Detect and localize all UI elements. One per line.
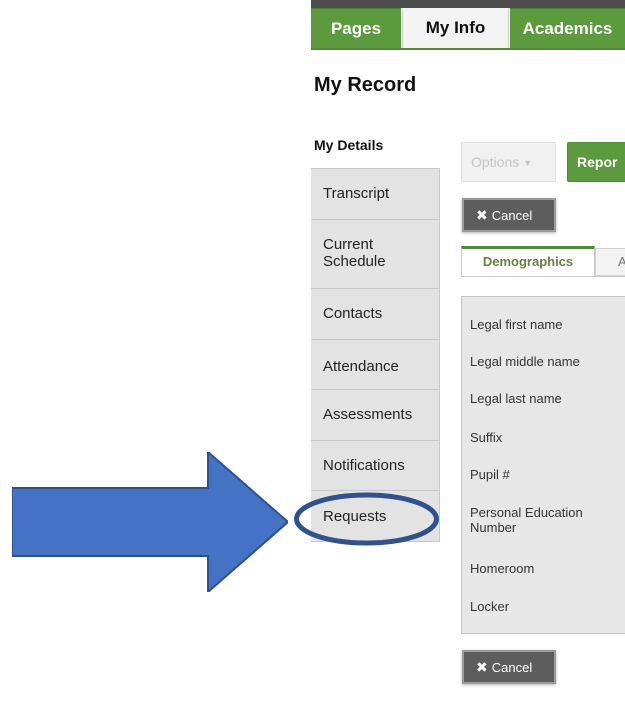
sidebar-item-current-schedule[interactable]: Current Schedule: [311, 219, 440, 288]
sidebar-item-notifications[interactable]: Notifications: [311, 440, 440, 490]
sidebar-item-assessments[interactable]: Assessments: [311, 389, 440, 440]
options-label: Options: [471, 154, 520, 170]
tab-pages[interactable]: Pages: [311, 8, 401, 49]
options-button[interactable]: Options ▼: [461, 142, 556, 182]
sidebar-item-label: Attendance: [323, 358, 399, 375]
cancel-button[interactable]: ✖ Cancel: [462, 198, 556, 232]
sidebar-item-label: Assessments: [323, 406, 413, 423]
app-window: Pages My Info Academics My Record My Det…: [311, 0, 625, 702]
detail-tabs: Demographics A: [461, 246, 625, 276]
arrow-annotation: [12, 452, 288, 592]
field-label: Suffix: [470, 430, 503, 445]
sidebar-item-contacts[interactable]: Contacts: [311, 288, 440, 339]
sidebar-item-attendance[interactable]: Attendance: [311, 339, 440, 389]
tab-demographics[interactable]: Demographics: [461, 246, 595, 276]
reports-button[interactable]: Repor: [567, 142, 625, 182]
close-icon: ✖: [476, 207, 488, 223]
demographics-panel: Legal first name Legal middle name Legal…: [461, 296, 625, 634]
top-strip: [311, 0, 625, 8]
cancel-label: Cancel: [491, 660, 533, 675]
tab-divider: [461, 276, 625, 277]
tab-next[interactable]: A: [595, 248, 625, 276]
sidebar-item-label: Contacts: [323, 305, 383, 322]
sidebar-heading[interactable]: My Details: [314, 137, 383, 153]
sidebar-item-label: Transcript: [323, 185, 390, 202]
field-label: Legal middle name: [470, 354, 580, 369]
field-label: Homeroom: [470, 561, 535, 576]
field-label: Personal Education Number: [470, 505, 583, 535]
field-label: Legal first name: [470, 317, 563, 332]
close-icon: ✖: [476, 659, 488, 675]
field-label: Legal last name: [470, 391, 562, 406]
cancel-button-bottom[interactable]: ✖ Cancel: [462, 650, 556, 684]
caret-down-icon: ▼: [523, 158, 533, 169]
sidebar-item-label: Current Schedule: [323, 236, 386, 270]
tab-my-info[interactable]: My Info: [402, 8, 509, 49]
tab-academics[interactable]: Academics: [510, 8, 625, 49]
record-content: Options ▼ Repor ✖ Cancel Demographics A Le…: [451, 118, 625, 698]
tabbar-underline: [311, 48, 625, 50]
field-label: Pupil #: [470, 467, 510, 482]
sidebar-item-transcript[interactable]: Transcript: [311, 168, 440, 219]
field-label: Locker: [470, 599, 510, 614]
cancel-label: Cancel: [491, 208, 533, 223]
main-tabs: Pages My Info Academics: [311, 8, 625, 49]
page-title: My Record: [314, 74, 417, 96]
highlight-ellipse: [294, 492, 439, 546]
sidebar-item-label: Notifications: [323, 457, 405, 474]
